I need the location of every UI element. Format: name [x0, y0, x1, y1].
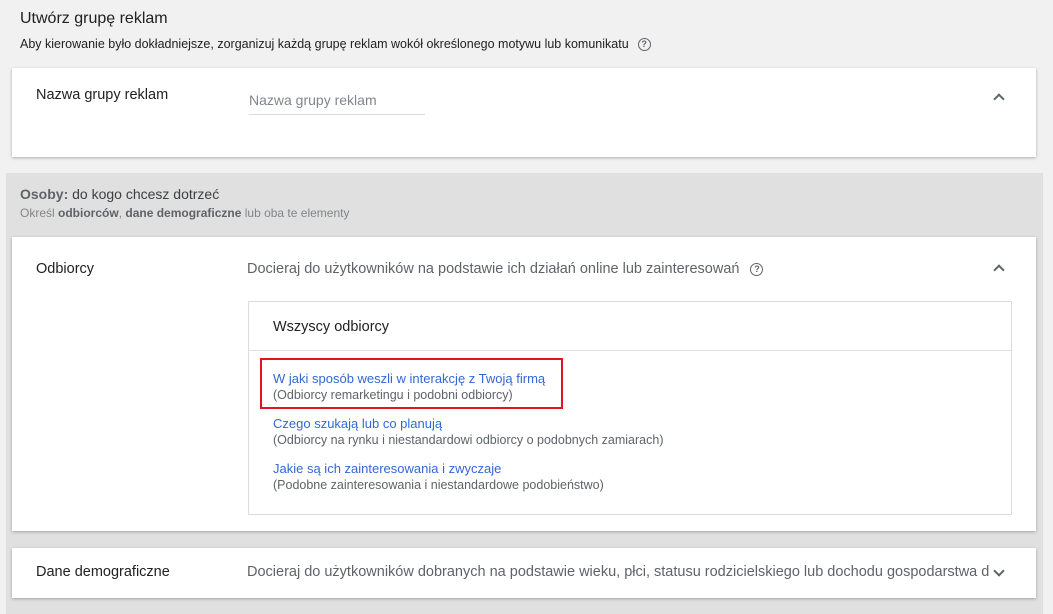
- demographics-label: Dane demograficzne: [36, 564, 170, 580]
- audience-option-title[interactable]: Jakie są ich zainteresowania i zwyczaje: [273, 461, 604, 477]
- highlight-box: [260, 358, 563, 409]
- people-heading: Osoby: do kogo chcesz dotrzeć: [20, 186, 219, 202]
- audiences-card: Odbiorcy Docieraj do użytkowników na pod…: [12, 237, 1036, 531]
- chevron-up-icon[interactable]: [993, 93, 1005, 105]
- people-heading-text: do kogo chcesz dotrzeć: [68, 186, 220, 202]
- audiences-label: Odbiorcy: [36, 261, 95, 277]
- chevron-up-icon[interactable]: [993, 264, 1005, 276]
- divider: [249, 350, 1011, 351]
- page-description-text: Aby kierowanie było dokładniejsze, zorga…: [20, 37, 629, 51]
- ad-group-name-card: Nazwa grupy reklam: [12, 68, 1036, 157]
- page-title: Utwórz grupę reklam: [20, 10, 168, 27]
- ad-group-name-input[interactable]: [249, 85, 425, 115]
- people-sub-pre: Określ: [20, 206, 59, 220]
- audience-option-subtitle: (Podobne zainteresowania i niestandardow…: [273, 478, 604, 492]
- people-sub-post: lub oba te elementy: [241, 206, 350, 220]
- people-heading-bold: Osoby:: [20, 186, 69, 202]
- demographics-description: Docieraj do użytkowników dobranych na po…: [247, 564, 989, 580]
- audiences-browse-box: Wszyscy odbiorcy W jaki sposób weszli w …: [248, 301, 1012, 515]
- page-description: Aby kierowanie było dokładniejsze, zorga…: [20, 37, 651, 51]
- audience-option-affinity[interactable]: Jakie są ich zainteresowania i zwyczaje …: [273, 461, 604, 494]
- chevron-down-icon[interactable]: [993, 565, 1005, 577]
- help-icon[interactable]: ?: [637, 37, 651, 51]
- audiences-description-text: Docieraj do użytkowników na podstawie ic…: [247, 261, 740, 277]
- demographics-card[interactable]: Dane demograficzne Docieraj do użytkowni…: [12, 548, 1036, 598]
- all-audiences-title: Wszyscy odbiorcy: [273, 319, 390, 335]
- audience-option-title[interactable]: Czego szukają lub co planują: [273, 416, 663, 432]
- audiences-description: Docieraj do użytkowników na podstawie ic…: [247, 261, 764, 277]
- people-subheading: Określ odbiorców, dane demograficzne lub…: [20, 206, 349, 220]
- ad-group-name-label: Nazwa grupy reklam: [36, 87, 169, 103]
- people-sub-demographics: dane demograficzne: [125, 206, 242, 220]
- audience-option-in-market[interactable]: Czego szukają lub co planują (Odbiorcy n…: [273, 416, 663, 449]
- audience-option-subtitle: (Odbiorcy na rynku i niestandardowi odbi…: [273, 433, 664, 447]
- people-sub-audiences: odbiorców: [58, 206, 119, 220]
- help-icon[interactable]: ?: [750, 262, 764, 276]
